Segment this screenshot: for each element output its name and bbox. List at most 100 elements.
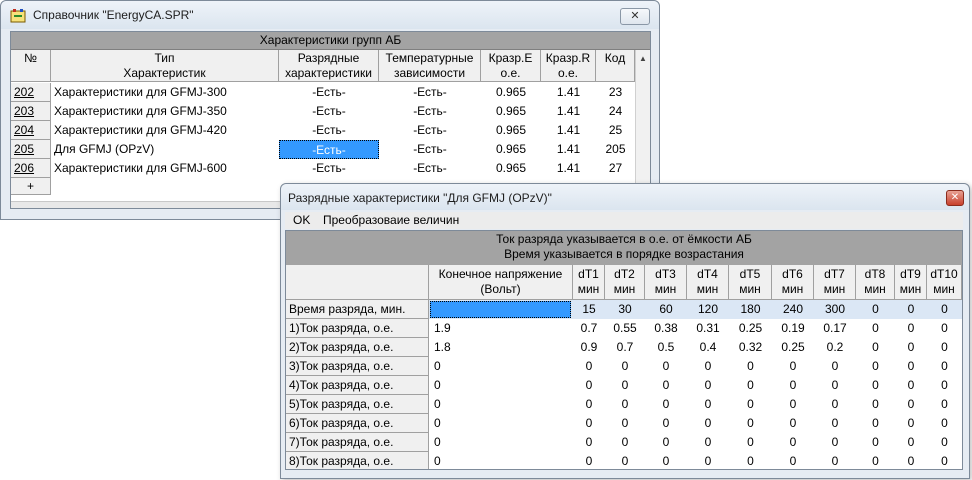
value-cell[interactable]: 0 <box>772 452 814 469</box>
value-cell[interactable]: 0.5 <box>645 338 687 357</box>
current-row[interactable]: 4)Ток разряда, о.е. 0 0 0 0 0 0 0 0 0 0 0 <box>286 376 962 395</box>
column-header[interactable]: Тип Характеристик <box>51 50 279 82</box>
current-row[interactable]: 8)Ток разряда, о.е. 0 0 0 0 0 0 0 0 0 0 0 <box>286 452 962 469</box>
voltage-cell[interactable]: 1.8 <box>434 338 451 357</box>
table-row[interactable]: 204 Характеристики для GFMJ-420 -Есть- -Ест… <box>11 121 635 140</box>
dt-header[interactable]: dT8 мин <box>856 265 895 300</box>
row-id[interactable]: 204 <box>11 121 51 140</box>
column-header[interactable]: Код <box>596 50 635 82</box>
cell-ke[interactable]: 0.965 <box>481 140 541 159</box>
cell-kr[interactable]: 1.41 <box>541 140 596 159</box>
value-cell[interactable]: 0 <box>772 376 814 395</box>
value-cell[interactable]: 0 <box>927 338 962 357</box>
voltage-header[interactable]: Конечное напряжение (Вольт) <box>429 265 573 300</box>
cell-discharge[interactable]: -Есть- <box>279 83 379 102</box>
voltage-cell[interactable]: 0 <box>434 357 441 376</box>
cell-kr[interactable]: 1.41 <box>541 159 596 178</box>
value-cell[interactable]: 0 <box>645 452 687 469</box>
cell-temp[interactable]: -Есть- <box>379 83 481 102</box>
cell-ke[interactable]: 0.965 <box>481 83 541 102</box>
value-cell[interactable]: 0 <box>645 414 687 433</box>
value-cell[interactable]: 30 <box>605 300 645 319</box>
current-row[interactable]: 6)Ток разряда, о.е. 0 0 0 0 0 0 0 0 0 0 0 <box>286 414 962 433</box>
value-cell[interactable]: 0 <box>605 395 645 414</box>
value-cell[interactable]: 0.38 <box>645 319 687 338</box>
dt-header[interactable]: dT4 мин <box>687 265 729 300</box>
row-id[interactable]: 206 <box>11 159 51 178</box>
voltage-cell[interactable]: 0 <box>434 452 441 469</box>
value-cell[interactable]: 240 <box>772 300 814 319</box>
time-row[interactable]: Время разряда, мин. 15 30 60 120 180 240 300 0 0 0 <box>286 300 962 319</box>
cell-code[interactable]: 27 <box>596 159 635 178</box>
value-cell[interactable]: 0 <box>814 395 856 414</box>
value-cell[interactable]: 0 <box>645 433 687 452</box>
dialog-close-button[interactable]: ✕ <box>946 190 964 206</box>
value-cell[interactable]: 15 <box>573 300 605 319</box>
value-cell[interactable]: 120 <box>687 300 729 319</box>
value-cell[interactable]: 0 <box>687 433 729 452</box>
voltage-cell[interactable]: 0 <box>434 376 441 395</box>
cell-kr[interactable]: 1.41 <box>541 102 596 121</box>
cell-temp[interactable]: -Есть- <box>379 159 481 178</box>
value-cell[interactable]: 0.55 <box>605 319 645 338</box>
value-cell[interactable]: 0 <box>856 338 895 357</box>
value-cell[interactable]: 0 <box>573 395 605 414</box>
value-cell[interactable]: 0.25 <box>772 338 814 357</box>
value-cell[interactable]: 0.9 <box>573 338 605 357</box>
value-cell[interactable]: 0 <box>772 414 814 433</box>
cell-temp[interactable]: -Есть- <box>379 102 481 121</box>
cell-discharge[interactable]: -Есть- <box>279 121 379 140</box>
cell-code[interactable]: 25 <box>596 121 635 140</box>
main-titlebar[interactable]: Справочник "EnergyCA.SPR" ✕ <box>1 1 659 29</box>
column-header[interactable]: Кразр.E о.е. <box>481 50 541 82</box>
value-cell[interactable]: 0 <box>814 452 856 469</box>
value-cell[interactable]: 0 <box>573 376 605 395</box>
value-cell[interactable]: 60 <box>645 300 687 319</box>
value-cell[interactable]: 0 <box>772 433 814 452</box>
cell-type[interactable]: Характеристики для GFMJ-420 <box>51 121 279 140</box>
value-cell[interactable]: 0.25 <box>729 319 772 338</box>
value-cell[interactable]: 0 <box>927 300 962 319</box>
value-cell[interactable]: 0.17 <box>814 319 856 338</box>
value-cell[interactable]: 0 <box>687 376 729 395</box>
table-row[interactable]: 202 Характеристики для GFMJ-300 -Есть- -Ест… <box>11 83 635 102</box>
table-row[interactable]: 206 Характеристики для GFMJ-600 -Есть- -Ест… <box>11 159 635 178</box>
value-cell[interactable]: 0 <box>605 376 645 395</box>
value-cell[interactable]: 0 <box>856 395 895 414</box>
dt-header[interactable]: dT1 мин <box>573 265 605 300</box>
value-cell[interactable]: 0 <box>814 357 856 376</box>
column-header[interactable]: № <box>11 50 51 82</box>
cell-code[interactable]: 24 <box>596 102 635 121</box>
cell-temp[interactable]: -Есть- <box>379 140 481 159</box>
voltage-cell-selected[interactable] <box>430 301 571 318</box>
value-cell[interactable]: 0 <box>729 395 772 414</box>
value-cell[interactable]: 0 <box>729 452 772 469</box>
scroll-up-icon[interactable]: ▲ <box>639 54 647 63</box>
value-cell[interactable]: 0 <box>895 357 927 376</box>
dt-header[interactable]: dT5 мин <box>729 265 772 300</box>
value-cell[interactable]: 0 <box>856 452 895 469</box>
cell-type[interactable]: Характеристики для GFMJ-300 <box>51 83 279 102</box>
value-cell[interactable]: 0 <box>927 376 962 395</box>
value-cell[interactable]: 0 <box>687 452 729 469</box>
value-cell[interactable]: 0 <box>927 433 962 452</box>
value-cell[interactable]: 0 <box>772 395 814 414</box>
value-cell[interactable]: 0.32 <box>729 338 772 357</box>
value-cell[interactable]: 0 <box>687 357 729 376</box>
dt-header[interactable]: dT9 мин <box>895 265 927 300</box>
main-close-button[interactable]: ✕ <box>620 8 650 25</box>
current-row[interactable]: 2)Ток разряда, о.е. 1.8 0.9 0.7 0.5 0.4 0.32 0.… <box>286 338 962 357</box>
value-cell[interactable]: 0 <box>605 433 645 452</box>
dialog-titlebar[interactable]: Разрядные характеристики "Для GFMJ (OPzV… <box>281 184 969 210</box>
row-id[interactable]: 202 <box>11 83 51 102</box>
cell-type[interactable]: Характеристики для GFMJ-600 <box>51 159 279 178</box>
value-cell[interactable]: 0 <box>814 414 856 433</box>
value-cell[interactable]: 0 <box>573 357 605 376</box>
value-cell[interactable]: 0 <box>895 376 927 395</box>
value-cell[interactable]: 0 <box>687 414 729 433</box>
dt-header[interactable]: dT10 мин <box>927 265 962 300</box>
value-cell[interactable]: 0 <box>729 414 772 433</box>
column-header[interactable]: Температурные зависимости <box>379 50 481 82</box>
value-cell[interactable]: 0 <box>927 319 962 338</box>
dt-header[interactable]: dT2 мин <box>605 265 645 300</box>
